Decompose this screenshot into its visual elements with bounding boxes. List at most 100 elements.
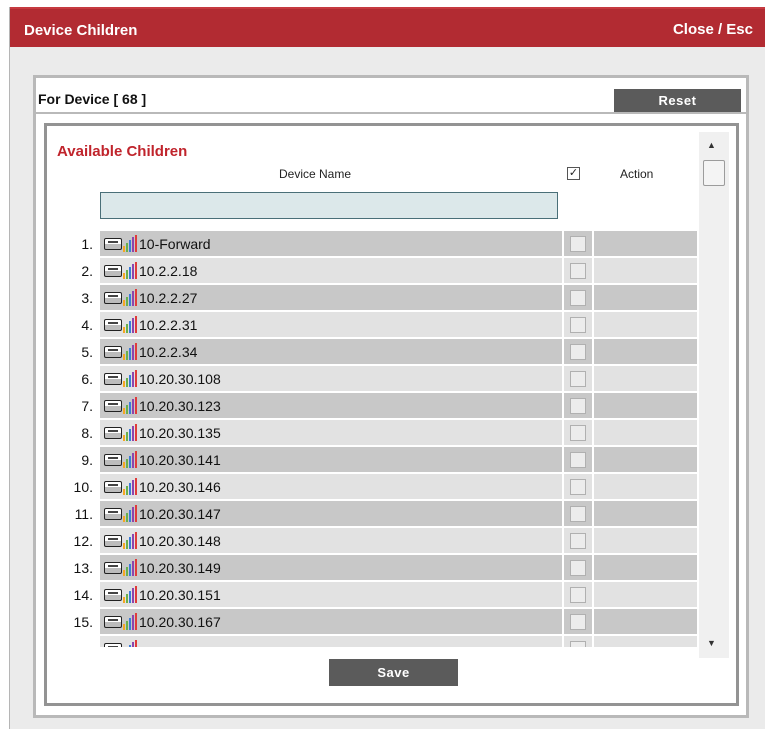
device-name-cell[interactable]: 10.20.30.141 — [100, 447, 562, 472]
device-panel: For Device [ 68 ] Reset Available Childr… — [33, 75, 749, 718]
device-icon — [104, 399, 122, 412]
row-checkbox[interactable] — [570, 451, 586, 468]
table-row: 8. 10.20.30.135 — [47, 420, 697, 446]
scrollbar[interactable]: ▲ ▼ — [699, 132, 729, 658]
row-checkbox[interactable] — [570, 316, 586, 333]
row-number: 12. — [73, 533, 93, 549]
row-action-cell — [594, 285, 697, 310]
device-icon — [104, 615, 122, 628]
row-number: 8. — [81, 425, 93, 441]
device-name-label[interactable]: 10.20.30.167 — [139, 614, 221, 630]
device-icon — [104, 507, 122, 520]
close-button[interactable]: Close / Esc — [673, 21, 753, 38]
device-icon — [104, 237, 122, 250]
device-name-cell[interactable]: 10.20.30.108 — [100, 366, 562, 391]
row-checkbox[interactable] — [570, 397, 586, 414]
row-checkbox[interactable] — [570, 532, 586, 549]
device-name-label[interactable]: 10-Forward — [139, 236, 211, 252]
row-checkbox[interactable] — [570, 586, 586, 603]
row-checkbox[interactable] — [570, 559, 586, 576]
device-name-label[interactable]: 10.20.30.147 — [139, 506, 221, 522]
section-title: Available Children — [57, 143, 188, 160]
row-action-cell — [594, 366, 697, 391]
row-checkbox[interactable] — [570, 640, 586, 647]
device-icon — [104, 642, 122, 647]
row-number: 14. — [73, 587, 93, 603]
row-checkbox[interactable] — [570, 478, 586, 495]
dialog-title: Device Children — [24, 22, 138, 39]
device-name-cell[interactable]: 10.20.30.146 — [100, 474, 562, 499]
signal-strength-icon — [123, 532, 137, 549]
row-number: 15. — [73, 614, 93, 630]
row-action-cell — [594, 447, 697, 472]
device-name-label[interactable]: 10.20.30.148 — [139, 533, 221, 549]
row-checkbox[interactable] — [570, 613, 586, 630]
scroll-down-arrow-icon[interactable]: ▼ — [707, 638, 716, 648]
row-action-cell — [594, 231, 697, 256]
row-checkbox-cell — [564, 420, 592, 445]
device-name-cell[interactable]: 10.20.30.147 — [100, 501, 562, 526]
table-row: 3. 10.2.2.27 — [47, 285, 697, 311]
device-name-label[interactable]: 10.2.2.34 — [139, 344, 197, 360]
device-name-cell[interactable]: 10.2.2.34 — [100, 339, 562, 364]
device-name-label[interactable]: 10.20.30.135 — [139, 425, 221, 441]
row-checkbox-cell — [564, 231, 592, 256]
device-name-cell[interactable]: 10.20.30.135 — [100, 420, 562, 445]
row-action-cell — [594, 420, 697, 445]
device-name-label[interactable]: 10.20.30.149 — [139, 560, 221, 576]
signal-strength-icon — [123, 424, 137, 441]
device-name-label[interactable]: 10.20.30.141 — [139, 452, 221, 468]
row-checkbox[interactable] — [570, 235, 586, 252]
device-list: 1. 10-Forward 2. 10.2.2.18 3. 10.2.2.27 4. 10.2… — [47, 231, 697, 647]
row-checkbox-cell — [564, 393, 592, 418]
row-action-cell — [594, 555, 697, 580]
scroll-up-arrow-icon[interactable]: ▲ — [707, 140, 716, 150]
row-checkbox[interactable] — [570, 424, 586, 441]
device-name-cell[interactable]: 10.2.2.31 — [100, 312, 562, 337]
row-checkbox[interactable] — [570, 343, 586, 360]
device-name-label[interactable]: 10.20.30.108 — [139, 371, 221, 387]
scrollbar-thumb[interactable] — [703, 160, 725, 186]
row-number: 7. — [81, 398, 93, 414]
select-all-checkbox[interactable]: ✓ — [567, 167, 580, 180]
device-name-label[interactable]: 10.20.30.151 — [139, 587, 221, 603]
signal-strength-icon — [123, 397, 137, 414]
signal-strength-icon — [123, 586, 137, 603]
device-name-label[interactable]: 10.2.2.27 — [139, 290, 197, 306]
device-name-cell[interactable]: 10-Forward — [100, 231, 562, 256]
row-checkbox[interactable] — [570, 289, 586, 306]
device-name-cell[interactable]: 10.20.30.149 — [100, 555, 562, 580]
device-name-cell[interactable]: 10.20.30.148 — [100, 528, 562, 553]
device-name-cell[interactable]: 10.20.30.123 — [100, 393, 562, 418]
device-header: For Device [ 68 ] Reset — [36, 78, 746, 114]
row-checkbox-cell — [564, 312, 592, 337]
save-button[interactable]: Save — [329, 659, 458, 686]
signal-strength-icon — [123, 235, 137, 252]
device-name-cell[interactable] — [100, 636, 562, 647]
row-action-cell — [594, 501, 697, 526]
column-header-device-name[interactable]: Device Name — [279, 167, 351, 181]
device-name-cell[interactable]: 10.20.30.151 — [100, 582, 562, 607]
device-name-cell[interactable]: 10.20.30.167 — [100, 609, 562, 634]
table-row: 11. 10.20.30.147 — [47, 501, 697, 527]
device-name-label[interactable]: 10.2.2.18 — [139, 263, 197, 279]
row-checkbox[interactable] — [570, 505, 586, 522]
row-checkbox[interactable] — [570, 370, 586, 387]
signal-strength-icon — [123, 289, 137, 306]
reset-button[interactable]: Reset — [614, 89, 741, 112]
signal-strength-icon — [123, 262, 137, 279]
device-icon — [104, 453, 122, 466]
device-name-cell[interactable]: 10.2.2.18 — [100, 258, 562, 283]
table-row — [47, 636, 697, 647]
row-action-cell — [594, 609, 697, 634]
device-name-filter-input[interactable] — [100, 192, 558, 219]
device-icon — [104, 561, 122, 574]
device-name-cell[interactable]: 10.2.2.27 — [100, 285, 562, 310]
device-name-label[interactable]: 10.20.30.146 — [139, 479, 221, 495]
table-row: 14. 10.20.30.151 — [47, 582, 697, 608]
available-children-panel: Available Children Device Name ✓ Action … — [44, 123, 739, 706]
device-name-label[interactable]: 10.2.2.31 — [139, 317, 197, 333]
row-number: 9. — [81, 452, 93, 468]
row-checkbox[interactable] — [570, 262, 586, 279]
device-name-label[interactable]: 10.20.30.123 — [139, 398, 221, 414]
